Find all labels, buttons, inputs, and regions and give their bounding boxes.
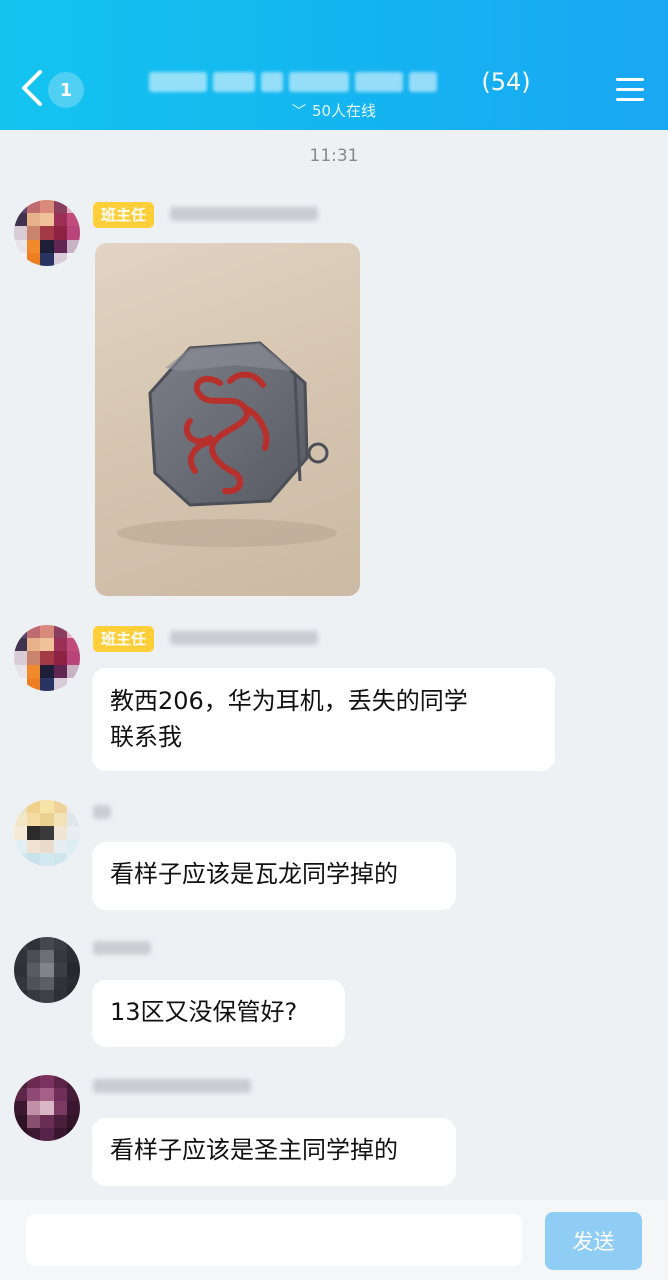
redacted-nickname: [170, 631, 318, 645]
menu-icon-bar: [616, 78, 644, 81]
avatar[interactable]: [14, 1075, 80, 1141]
message-bubble[interactable]: 教西206，华为耳机，丢失的同学 联系我: [92, 668, 555, 771]
avatar[interactable]: [14, 625, 80, 691]
member-count: (54): [481, 68, 531, 96]
online-status[interactable]: ﹀ 50人在线: [0, 100, 668, 121]
message-timestamp: 11:31: [309, 146, 359, 166]
role-badge: 班主任: [93, 202, 155, 228]
message-text: 13区又没保管好?: [110, 998, 298, 1026]
message-text: 看样子应该是瓦龙同学掉的: [110, 860, 398, 888]
redacted-nickname: [93, 1079, 251, 1093]
earphone-case-image: [117, 341, 337, 547]
send-button[interactable]: 发送: [545, 1212, 642, 1270]
composer-bar: 发送: [0, 1200, 668, 1280]
message-input[interactable]: [26, 1214, 522, 1266]
redacted-nickname: [170, 207, 318, 221]
menu-button[interactable]: [616, 78, 644, 102]
avatar[interactable]: [14, 937, 80, 1003]
avatar[interactable]: [14, 800, 80, 866]
message-text-line: 教西206，华为耳机，丢失的同学: [110, 687, 468, 715]
message-bubble[interactable]: 13区又没保管好?: [92, 980, 345, 1047]
menu-icon-bar: [616, 98, 644, 101]
group-title[interactable]: (54): [140, 62, 540, 102]
role-badge: 班主任: [93, 626, 155, 652]
redacted-nickname: [93, 805, 111, 819]
menu-icon-bar: [616, 88, 644, 91]
message-image[interactable]: [95, 243, 360, 596]
message-bubble[interactable]: 看样子应该是圣主同学掉的: [92, 1118, 456, 1186]
redacted-nickname: [93, 941, 151, 955]
online-count: 50人在线: [311, 102, 377, 120]
message-text: 看样子应该是圣主同学掉的: [110, 1136, 398, 1164]
avatar[interactable]: [14, 200, 80, 266]
message-text-line: 联系我: [110, 723, 182, 751]
chat-header: 1 (54) ﹀ 50人在线: [0, 0, 668, 130]
redacted-group-name: [149, 69, 479, 95]
message-bubble[interactable]: 看样子应该是瓦龙同学掉的: [92, 842, 456, 910]
chevron-down-icon: ﹀: [291, 104, 306, 120]
